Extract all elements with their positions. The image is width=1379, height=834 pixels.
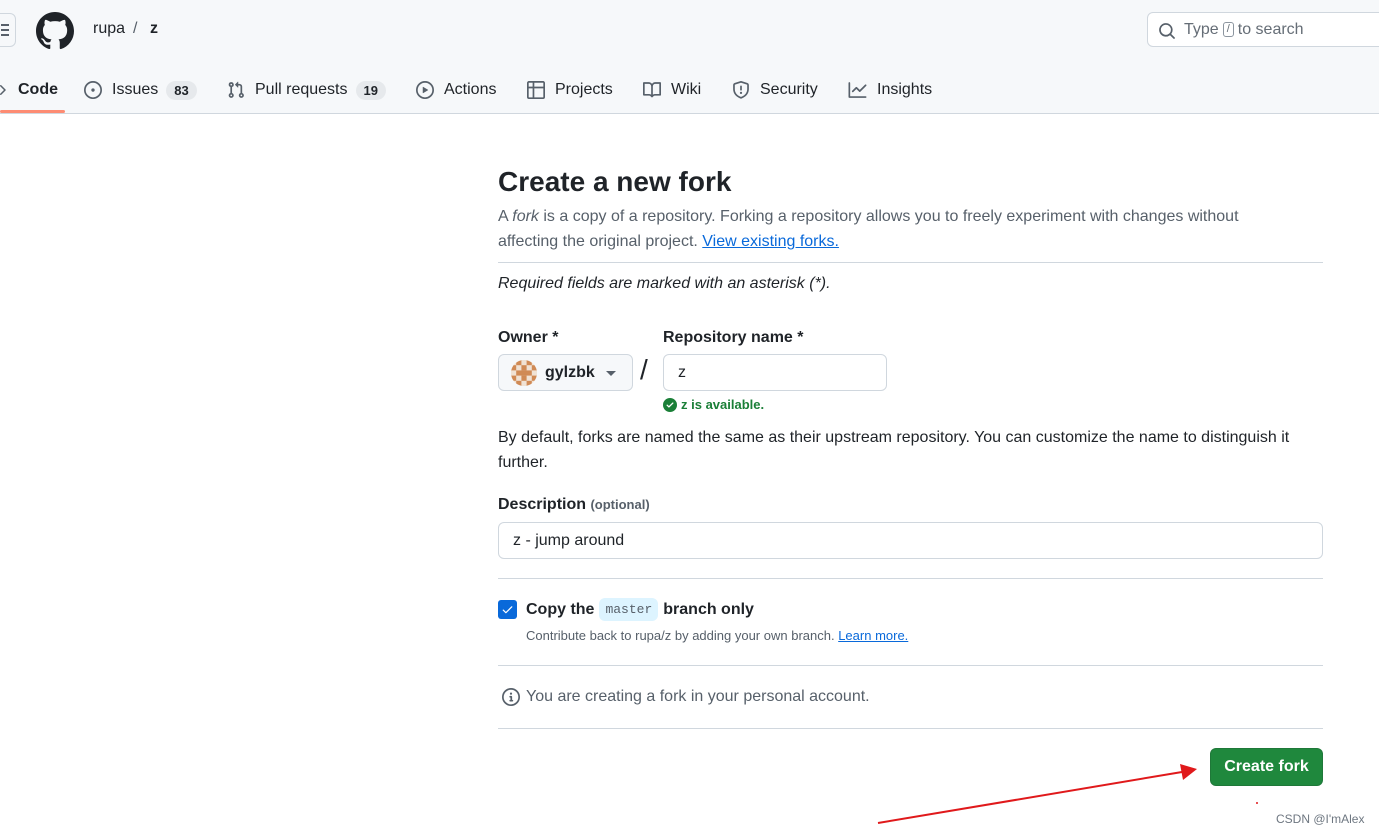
annotation-arrow bbox=[877, 764, 1258, 824]
breadcrumb-owner[interactable]: rupa bbox=[93, 20, 125, 38]
repo-header: rupa / z Type / to search Code Issues 83 P… bbox=[0, 0, 1379, 114]
tab-security[interactable]: Security bbox=[732, 66, 818, 114]
divider bbox=[498, 665, 1323, 666]
book-icon bbox=[643, 82, 661, 98]
tab-security-label: Security bbox=[760, 81, 818, 98]
tab-pull-requests-label: Pull requests bbox=[255, 81, 348, 98]
search-shortcut-key: / bbox=[1222, 22, 1234, 37]
tab-issues[interactable]: Issues 83 bbox=[84, 66, 197, 114]
repository-name-label: Repository name * bbox=[663, 329, 804, 346]
tab-insights-label: Insights bbox=[877, 81, 933, 98]
active-tab-indicator bbox=[0, 110, 65, 113]
page-title: Create a new fork bbox=[498, 166, 732, 197]
check-icon bbox=[502, 606, 513, 614]
divider bbox=[498, 578, 1323, 579]
issue-opened-icon bbox=[84, 81, 102, 99]
git-pull-request-icon bbox=[228, 81, 244, 98]
tab-issues-label: Issues bbox=[112, 81, 159, 98]
tab-code-label: Code bbox=[18, 81, 58, 98]
watermark: CSDN @I'mAlex bbox=[1276, 812, 1365, 826]
fork-naming-note: By default, forks are named the same as … bbox=[498, 429, 1290, 471]
breadcrumb-repo[interactable]: z bbox=[150, 20, 158, 38]
hamburger-menu-button[interactable] bbox=[0, 13, 16, 47]
table-icon bbox=[527, 81, 545, 99]
description-input[interactable] bbox=[498, 522, 1323, 559]
owner-name: gylzbk bbox=[545, 363, 595, 381]
branch-name-badge: master bbox=[599, 598, 659, 621]
owner-label: Owner * bbox=[498, 329, 559, 346]
tab-wiki-label: Wiki bbox=[671, 81, 702, 98]
divider bbox=[498, 728, 1323, 729]
breadcrumb-separator: / bbox=[133, 20, 138, 37]
repository-name-input[interactable] bbox=[663, 354, 887, 391]
graph-icon bbox=[848, 82, 867, 98]
issues-count-badge: 83 bbox=[166, 80, 197, 100]
search-placeholder: Type / to search bbox=[1184, 21, 1304, 38]
search-input[interactable]: Type / to search bbox=[1147, 12, 1379, 47]
name-available-message: z is available. bbox=[663, 397, 764, 412]
description-label: Description (optional) bbox=[498, 496, 650, 513]
personal-account-notice: You are creating a fork in your personal… bbox=[502, 688, 870, 706]
copy-branch-note: Contribute back to rupa/z by adding your… bbox=[526, 628, 909, 643]
tab-actions-label: Actions bbox=[444, 81, 497, 98]
github-logo-icon[interactable] bbox=[36, 12, 74, 50]
tab-actions[interactable]: Actions bbox=[416, 66, 496, 114]
required-fields-note: Required fields are marked with an aster… bbox=[498, 275, 831, 292]
create-fork-button[interactable]: Create fork bbox=[1210, 748, 1323, 786]
code-icon bbox=[0, 85, 6, 95]
divider bbox=[498, 262, 1323, 263]
owner-repo-separator: / bbox=[640, 354, 648, 385]
learn-more-link[interactable]: Learn more. bbox=[838, 628, 908, 643]
view-existing-forks-link[interactable]: View existing forks. bbox=[702, 233, 839, 250]
info-icon bbox=[502, 688, 520, 706]
tab-pull-requests[interactable]: Pull requests 19 bbox=[227, 66, 386, 114]
copy-branch-only-checkbox[interactable] bbox=[498, 600, 517, 619]
search-icon bbox=[1159, 23, 1175, 39]
check-circle-fill-icon bbox=[663, 397, 677, 412]
tab-projects-label: Projects bbox=[555, 81, 613, 98]
tab-insights[interactable]: Insights bbox=[848, 66, 932, 114]
fork-description-text: A fork is a copy of a repository. Forkin… bbox=[498, 208, 1239, 250]
tab-projects[interactable]: Projects bbox=[527, 66, 613, 114]
pull-requests-count-badge: 19 bbox=[355, 80, 386, 100]
tab-wiki[interactable]: Wiki bbox=[643, 66, 701, 114]
tab-code[interactable]: Code bbox=[0, 66, 58, 114]
chevron-down-icon bbox=[606, 371, 616, 376]
owner-select[interactable]: gylzbk bbox=[498, 354, 633, 391]
shield-icon bbox=[733, 81, 749, 99]
avatar bbox=[511, 359, 537, 386]
copy-branch-only-label[interactable]: Copy the master branch only bbox=[526, 598, 754, 621]
play-icon bbox=[416, 81, 434, 99]
